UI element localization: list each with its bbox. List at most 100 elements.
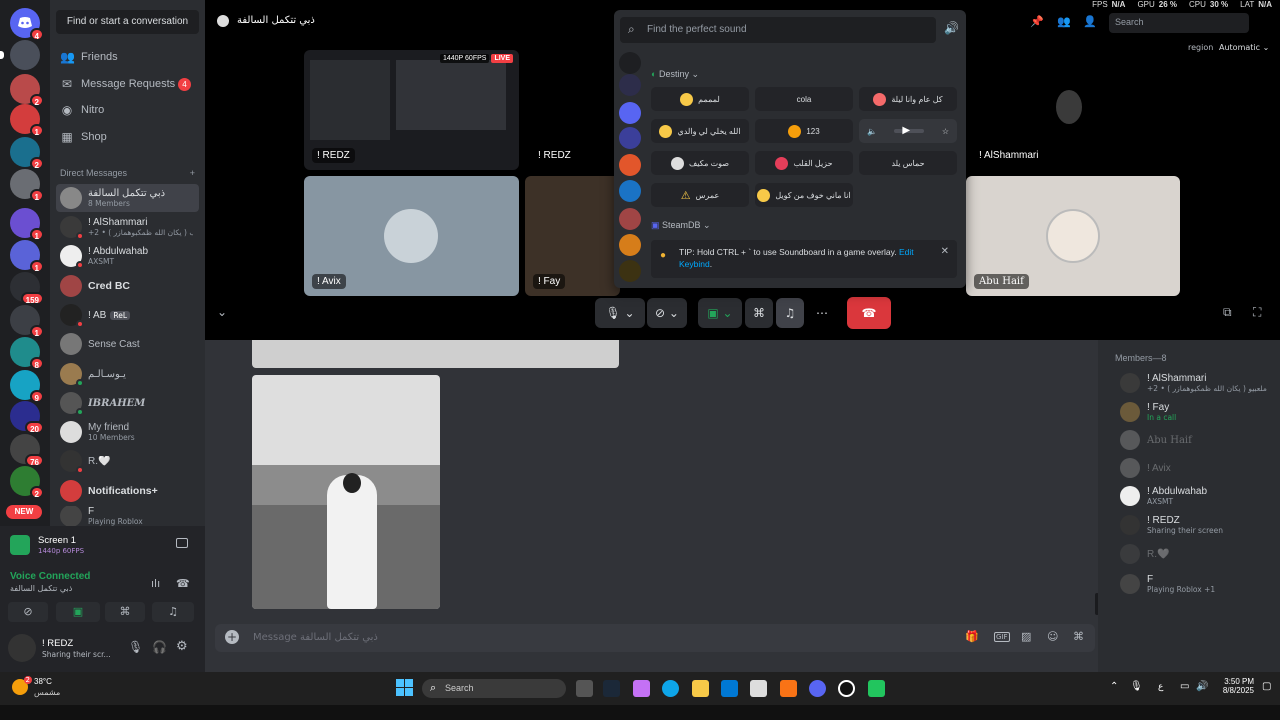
soundboard-button[interactable]: ♫ [152, 602, 194, 622]
user-avatar[interactable] [8, 634, 36, 662]
clock[interactable]: 3:50 PM 8/8/2025 [1214, 677, 1254, 695]
sound-server-icon[interactable] [619, 180, 641, 202]
member-item[interactable]: ! Abdulwahab AXSMT [1120, 484, 1280, 508]
dm-item[interactable]: ذبي تتكمل السالفة 8 Members [56, 184, 199, 212]
obs-icon[interactable] [838, 680, 855, 697]
dm-item[interactable]: My friend 10 Members [56, 418, 199, 446]
server-icon[interactable]: 1 [10, 305, 44, 338]
sound-server-icon[interactable] [619, 127, 641, 149]
outlook-icon[interactable] [721, 680, 738, 697]
dm-item[interactable]: ! AB ReL [56, 301, 199, 329]
voice-channel[interactable]: ذبي تتكمل السالفة [10, 584, 72, 593]
tray-chevron-icon[interactable]: ⌃ [1110, 681, 1118, 692]
region-select[interactable]: Automatic ⌄ [1219, 43, 1269, 52]
store-icon[interactable] [750, 680, 767, 697]
apps-icon[interactable]: ⌘ [1073, 630, 1084, 643]
sound-server-icon[interactable] [619, 74, 641, 96]
sound-button[interactable]: ⚠ عمرس [651, 183, 749, 207]
dm-item[interactable]: F Playing Roblox [56, 506, 199, 526]
sound-button[interactable]: cola [755, 87, 853, 111]
sound-server-icon[interactable] [619, 260, 641, 282]
camera-button[interactable]: ⊘ ⌄ [647, 298, 687, 328]
stop-stream-icon[interactable] [176, 538, 188, 548]
close-icon[interactable]: ✕ [941, 246, 949, 258]
stream-tile[interactable]: 1440P 60FPS LIVE ! REDZ [304, 50, 519, 170]
participant-tile[interactable]: Abu Haif [966, 176, 1180, 296]
copilot-icon[interactable] [633, 680, 650, 697]
speaker-icon[interactable]: 🔊 [1196, 681, 1208, 692]
app-icon[interactable] [868, 680, 885, 697]
server-icon[interactable]: 159 [10, 272, 44, 305]
taskbar-search[interactable]: ⌕ Search [422, 679, 566, 698]
disconnect-icon[interactable]: ☎ [176, 577, 190, 590]
activity-button[interactable]: ⌘ [745, 298, 773, 328]
mic-icon[interactable]: 🎙 [128, 640, 143, 654]
gif-icon[interactable]: GIF [994, 632, 1010, 642]
server-icon[interactable]: 1 [10, 169, 44, 202]
sound-button[interactable]: حزيل القلب [755, 151, 853, 175]
windows-start-icon[interactable] [396, 679, 413, 696]
add-friends-icon[interactable]: 👥 [1057, 15, 1071, 28]
screen-share-button[interactable]: ▣ [56, 602, 100, 622]
server-icon[interactable]: 2 [10, 137, 44, 170]
camera-off-button[interactable]: ⊘ [8, 602, 48, 622]
file-explorer-icon[interactable] [692, 680, 709, 697]
notification-icon[interactable]: ▢ [1262, 681, 1271, 692]
dm-item[interactable]: Cred BC [56, 272, 199, 300]
task-view-icon[interactable] [576, 680, 593, 697]
search-input[interactable]: Search [1109, 13, 1249, 33]
server-icon[interactable] [0, 40, 40, 70]
find-conversation-button[interactable]: Find or start a conversation [56, 10, 199, 34]
dm-item[interactable]: ! AlShammari +2 • ( يكان الله ظمكبوهمازر … [56, 213, 199, 241]
message-input[interactable]: + Message ذبي تتكمل السالفة 🎁 GIF ▨ ☺ ⌘ [215, 624, 1095, 652]
mute-button[interactable]: 🎙 ⌄ [595, 298, 645, 328]
member-item[interactable]: ! AlShammari +2 • ( يكان الله ظمكبوهمازر … [1120, 371, 1280, 395]
share-screen-button[interactable]: ▣ ⌄ [698, 298, 742, 328]
sound-button-hovered[interactable]: 🔈 ▶ ☆ [859, 119, 957, 143]
network-icon[interactable]: ▭ [1180, 681, 1189, 692]
server-icon[interactable]: 20 [10, 401, 44, 434]
member-item[interactable]: ! Avix [1120, 456, 1280, 480]
dm-item[interactable]: IBRAHEM [56, 389, 199, 417]
soundboard-toggle[interactable]: ♫ [776, 298, 804, 328]
sound-server-icon[interactable] [619, 208, 641, 230]
input-language[interactable]: ع [1158, 682, 1163, 692]
member-item[interactable]: ! REDZ Sharing their screen [1120, 513, 1280, 537]
nav-shop[interactable]: ▦ Shop [56, 125, 199, 149]
dm-item[interactable]: يـوسـالـم [56, 360, 199, 388]
nav-friends[interactable]: 👥 Friends [56, 45, 199, 69]
fullscreen-icon[interactable]: ⛶ [1253, 305, 1261, 320]
sound-button[interactable]: الله يخلي لي والدي [651, 119, 749, 143]
sound-server-icon[interactable] [619, 154, 641, 176]
home-server-button[interactable]: 4 [10, 8, 44, 41]
preview-slider[interactable]: ▶ [894, 125, 925, 136]
app-icon[interactable] [780, 680, 797, 697]
preview-volume-icon[interactable]: 🔈 [867, 127, 877, 136]
settings-gear-icon[interactable]: ⚙ [176, 639, 188, 654]
emoji-picker-icon[interactable]: ☺ [1047, 630, 1058, 643]
pin-icon[interactable]: 📌 [1030, 15, 1044, 28]
message-image[interactable] [252, 375, 440, 609]
weather-icon[interactable]: 2 [12, 676, 32, 695]
server-icon[interactable]: 1 [10, 240, 44, 273]
dm-item[interactable]: Sense Cast [56, 330, 199, 358]
steam-icon[interactable] [603, 680, 620, 697]
participant-tile[interactable]: ! REDZ [525, 50, 620, 170]
nav-message-requests[interactable]: ✉ Message Requests 4 [56, 72, 199, 96]
sticker-icon[interactable]: ▨ [1021, 630, 1031, 643]
dm-item[interactable]: ! Abdulwahab AXSMT [56, 242, 199, 270]
dm-item[interactable]: Notifications+ [56, 477, 199, 505]
gift-icon[interactable]: 🎁 [965, 630, 979, 643]
message-image[interactable] [252, 340, 619, 368]
popout-icon[interactable]: ⧉ [1223, 305, 1232, 320]
participant-tile[interactable]: ! AlShammari [966, 50, 1180, 170]
member-item[interactable]: R.🤍 [1120, 542, 1280, 566]
member-item[interactable]: Abu Haif [1120, 428, 1280, 452]
create-dm-button[interactable]: + [190, 168, 195, 178]
sound-button[interactable]: لمممم [651, 87, 749, 111]
sound-button[interactable]: حماس يلد [859, 151, 957, 175]
favorite-star-icon[interactable]: ☆ [942, 127, 949, 136]
add-attachment-icon[interactable]: + [225, 630, 239, 644]
server-icon[interactable]: 1 [10, 104, 44, 137]
headphones-icon[interactable]: 🎧 [152, 640, 167, 654]
